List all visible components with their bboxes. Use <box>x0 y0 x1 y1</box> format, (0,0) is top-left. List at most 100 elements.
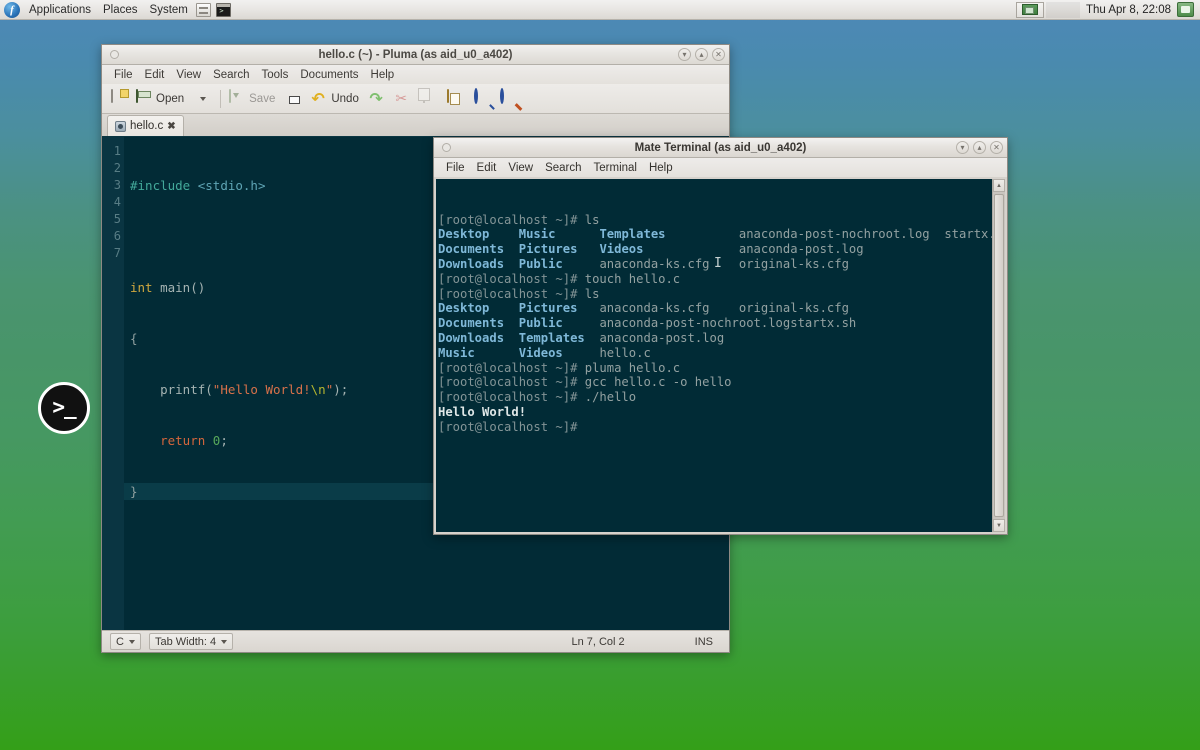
close-icon[interactable]: ✕ <box>712 48 725 61</box>
terminal-command: pluma hello.c <box>584 360 681 375</box>
close-icon[interactable]: ✕ <box>990 141 1003 154</box>
terminal-menu-search[interactable]: Search <box>539 161 587 175</box>
editor-tab-hello-c[interactable]: hello.c ✖ <box>107 115 184 136</box>
terminal-window[interactable]: Mate Terminal (as aid_u0_a402) ▾ ▴ ✕ Fil… <box>433 137 1008 535</box>
terminal-directory-entry: Videos <box>518 345 563 360</box>
menu-search[interactable]: Search <box>207 68 255 82</box>
language-selector[interactable]: C <box>110 633 141 650</box>
save-button[interactable]: Save <box>226 87 280 111</box>
panel-right-section: Thu Apr 8, 22:08 <box>1015 0 1200 19</box>
print-button[interactable] <box>282 87 306 111</box>
replace-button[interactable] <box>496 87 520 111</box>
insert-mode-indicator: INS <box>694 635 713 648</box>
copy-button[interactable] <box>418 87 442 111</box>
line-number-gutter: 1 2 3 4 5 6 7 <box>102 137 124 630</box>
terminal-command: ls <box>584 286 600 301</box>
panel-menu-places[interactable]: Places <box>97 1 144 19</box>
copy-icon <box>421 89 438 107</box>
print-icon <box>286 90 303 107</box>
maximize-icon[interactable]: ▴ <box>695 48 708 61</box>
terminal-menu-file[interactable]: File <box>440 161 471 175</box>
top-panel: f Applications Places System Thu Apr 8, … <box>0 0 1200 20</box>
terminal-file-entry: startx.sh <box>944 227 992 242</box>
find-button[interactable] <box>470 87 494 111</box>
terminal-scrollbar[interactable]: ▲ ▼ <box>992 179 1005 532</box>
terminal-directory-entry: Music <box>438 345 475 360</box>
menu-tools[interactable]: Tools <box>256 68 295 82</box>
clipboard-paste-icon <box>447 89 464 107</box>
terminal-titlebar[interactable]: Mate Terminal (as aid_u0_a402) ▾ ▴ ✕ <box>434 138 1007 158</box>
scroll-down-icon[interactable]: ▼ <box>993 519 1005 532</box>
terminal-line: Documents Pictures Videos anaconda-post.… <box>438 242 992 257</box>
firefox-logo-icon[interactable]: f <box>4 1 20 18</box>
terminal-line: [root@localhost ~]# ./hello <box>438 390 992 405</box>
editor-tab-label: hello.c <box>130 120 164 132</box>
code-statement-end: ); <box>333 382 349 397</box>
terminal-line: [root@localhost ~]# ls <box>438 287 992 302</box>
terminal-menu-edit[interactable]: Edit <box>471 161 503 175</box>
undo-button[interactable]: ↶ Undo <box>308 87 364 111</box>
terminal-menu-view[interactable]: View <box>502 161 539 175</box>
panel-menu-applications[interactable]: Applications <box>23 1 97 19</box>
menu-edit[interactable]: Edit <box>139 68 171 82</box>
terminal-line: Documents Public anaconda-post-nochroot.… <box>438 316 992 331</box>
tab-width-selector[interactable]: Tab Width: 4 <box>148 633 234 650</box>
menu-documents[interactable]: Documents <box>294 68 364 82</box>
terminal-directory-entry: Documents <box>438 316 505 331</box>
terminal-directory-entry: Public <box>518 256 563 271</box>
code-keyword-return: return <box>130 433 206 448</box>
terminal-menu-terminal[interactable]: Terminal <box>588 161 643 175</box>
terminal-line: Downloads Templates anaconda-post.log <box>438 331 992 346</box>
scroll-up-icon[interactable]: ▲ <box>993 179 1005 192</box>
terminal-command: ls <box>584 212 600 227</box>
terminal-directory-entry: Pictures <box>518 242 578 257</box>
minimize-icon[interactable]: ▾ <box>678 48 691 61</box>
terminal-prompt-glyph: >_ <box>52 394 76 419</box>
pluma-titlebar[interactable]: hello.c (~) - Pluma (as aid_u0_a402) ▾ ▴… <box>102 45 729 65</box>
terminal-line: Hello World! <box>438 405 992 420</box>
redo-button[interactable]: ↷ <box>366 87 390 111</box>
open-button[interactable]: Open <box>133 87 189 111</box>
save-button-label: Save <box>249 92 276 105</box>
terminal-icon[interactable] <box>215 2 233 18</box>
minimize-icon[interactable]: ▾ <box>956 141 969 154</box>
terminal-menu-help[interactable]: Help <box>643 161 679 175</box>
code-keyword-int: int <box>130 280 153 295</box>
open-dropdown-button[interactable] <box>191 87 215 111</box>
close-tab-icon[interactable]: ✖ <box>167 121 175 132</box>
terminal-command: gcc hello.c -o hello <box>584 375 732 390</box>
workspace-switcher[interactable] <box>1015 1 1044 18</box>
cut-button[interactable]: ✂ <box>392 87 416 111</box>
menu-view[interactable]: View <box>170 68 207 82</box>
terminal-desktop-icon[interactable]: >_ <box>38 382 90 434</box>
new-document-button[interactable] <box>107 87 131 111</box>
terminal-directory-entry: Templates <box>599 227 666 242</box>
maximize-icon[interactable]: ▴ <box>973 141 986 154</box>
file-manager-icon[interactable] <box>195 2 213 18</box>
pluma-window-title: hello.c (~) - Pluma (as aid_u0_a402) <box>318 48 513 61</box>
terminal-file-entry: anaconda-ks.cfg <box>599 301 710 316</box>
terminal-directory-entry: Desktop <box>438 301 490 316</box>
terminal-screen[interactable]: [root@localhost ~]# ls Desktop Music Temp… <box>436 179 992 532</box>
menu-file[interactable]: File <box>108 68 139 82</box>
terminal-prompt: [root@localhost ~]# <box>438 271 585 286</box>
paste-button[interactable] <box>444 87 468 111</box>
window-list[interactable] <box>1045 1 1080 18</box>
menu-help[interactable]: Help <box>365 68 401 82</box>
chevron-down-icon <box>128 639 135 644</box>
terminal-directory-entry: Downloads <box>438 256 505 271</box>
terminal-menubar: File Edit View Search Terminal Help <box>434 158 1007 177</box>
scrollbar-thumb[interactable] <box>994 194 1004 517</box>
window-menu-icon[interactable] <box>442 143 451 152</box>
tray-notification-icon[interactable] <box>1177 2 1194 17</box>
terminal-command: touch hello.c <box>584 271 681 286</box>
panel-left-section: f Applications Places System <box>0 0 234 19</box>
panel-menu-system[interactable]: System <box>144 1 194 19</box>
scrollbar-track[interactable] <box>993 192 1005 519</box>
code-escape: \n <box>310 382 326 397</box>
code-main-fn: main() <box>152 280 206 295</box>
window-menu-icon[interactable] <box>110 50 119 59</box>
clock[interactable]: Thu Apr 8, 22:08 <box>1080 4 1177 16</box>
terminal-directory-entry: Templates <box>518 330 585 345</box>
terminal-window-controls: ▾ ▴ ✕ <box>956 141 1003 154</box>
